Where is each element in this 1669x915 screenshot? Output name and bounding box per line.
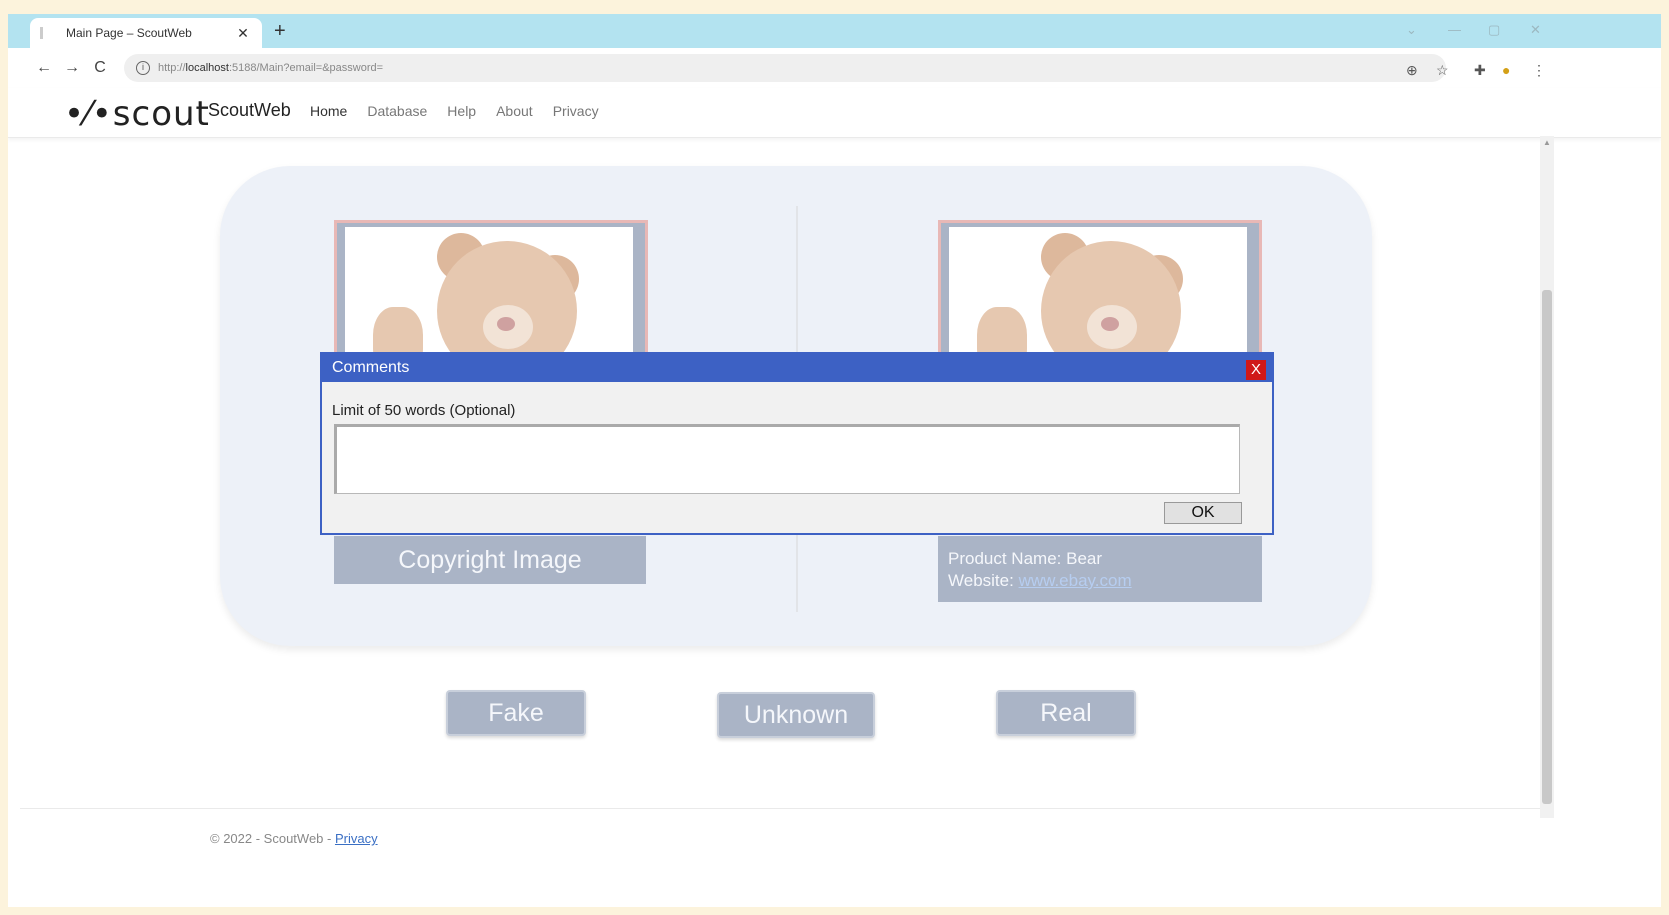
profile-avatar-icon[interactable]: ● xyxy=(1502,62,1510,78)
nav-about[interactable]: About xyxy=(496,103,533,119)
scroll-up-icon[interactable]: ▲ xyxy=(1542,138,1552,148)
maximize-icon[interactable]: ▢ xyxy=(1488,22,1500,38)
bookmark-star-icon[interactable]: ☆ xyxy=(1436,62,1449,79)
comment-limit-label: Limit of 50 words (Optional) xyxy=(332,402,516,419)
real-button[interactable]: Real xyxy=(996,690,1136,736)
product-image-frame xyxy=(938,220,1262,360)
scout-logo[interactable]: •⁄•scout xyxy=(64,94,210,134)
new-tab-icon[interactable]: + xyxy=(274,20,286,43)
page-scrollbar[interactable]: ▲ xyxy=(1540,136,1554,818)
unknown-button[interactable]: Unknown xyxy=(717,692,875,738)
nav-help[interactable]: Help xyxy=(447,103,476,119)
tab-title: Main Page – ScoutWeb xyxy=(66,26,192,40)
product-info: Product Name: Bear Website: www.ebay.com xyxy=(938,536,1262,602)
copyright-bear-image xyxy=(345,227,633,357)
site-info-icon[interactable]: i xyxy=(136,61,150,75)
product-bear-image xyxy=(949,227,1247,357)
forward-arrow-icon[interactable]: → xyxy=(58,59,86,77)
window-close-icon[interactable]: ✕ xyxy=(1530,22,1541,38)
browser-tab[interactable]: Main Page – ScoutWeb ✕ xyxy=(30,18,262,48)
nav-home[interactable]: Home xyxy=(310,103,347,119)
scrollbar-thumb[interactable] xyxy=(1542,290,1552,804)
install-app-icon[interactable]: ⊕ xyxy=(1406,62,1418,79)
reload-icon[interactable]: C xyxy=(86,59,114,77)
website-link[interactable]: www.ebay.com xyxy=(1019,571,1132,590)
product-website: Website: www.ebay.com xyxy=(948,571,1132,590)
dialog-header: Comments X xyxy=(322,354,1272,382)
comments-dialog: Comments X Limit of 50 words (Optional) … xyxy=(320,352,1274,535)
address-bar[interactable]: i http://localhost:5188/Main?email=&pass… xyxy=(124,54,1446,82)
address-url: http://localhost:5188/Main?email=&passwo… xyxy=(158,62,384,74)
footer-divider xyxy=(20,808,1540,809)
tab-search-chevron-icon[interactable]: ⌄ xyxy=(1406,22,1417,38)
footer: © 2022 - ScoutWeb - Privacy xyxy=(210,831,378,846)
nav-database[interactable]: Database xyxy=(367,103,427,119)
browser-window: Main Page – ScoutWeb ✕ + ⌄ — ▢ ✕ ← → C i… xyxy=(8,8,1661,907)
dialog-close-button[interactable]: X xyxy=(1246,360,1266,380)
product-name: Product Name: Bear xyxy=(948,549,1103,568)
footer-copyright: © 2022 - ScoutWeb - xyxy=(210,831,332,846)
site-navbar: •⁄•scout ScoutWeb Home Database Help Abo… xyxy=(8,88,1661,138)
ok-button[interactable]: OK xyxy=(1164,502,1242,524)
comment-textarea[interactable] xyxy=(334,424,1240,494)
nav-privacy[interactable]: Privacy xyxy=(553,103,599,119)
copyright-image-caption: Copyright Image xyxy=(334,536,646,584)
browser-toolbar: ← → C i http://localhost:5188/Main?email… xyxy=(8,48,1661,88)
footer-privacy-link[interactable]: Privacy xyxy=(335,831,378,846)
page-favicon-icon xyxy=(40,27,54,39)
extensions-puzzle-icon[interactable]: ✚ xyxy=(1474,62,1486,79)
tab-close-icon[interactable]: ✕ xyxy=(234,25,252,42)
minimize-icon[interactable]: — xyxy=(1448,22,1461,37)
tab-strip: Main Page – ScoutWeb ✕ + ⌄ — ▢ ✕ xyxy=(8,8,1661,48)
back-arrow-icon[interactable]: ← xyxy=(30,59,58,77)
nav-links: Home Database Help About Privacy xyxy=(310,103,599,119)
brand-name[interactable]: ScoutWeb xyxy=(208,100,291,121)
browser-menu-icon[interactable]: ⋮ xyxy=(1532,62,1546,79)
fake-button[interactable]: Fake xyxy=(446,690,586,736)
dialog-title: Comments xyxy=(332,359,410,376)
copyright-image-frame xyxy=(334,220,648,360)
